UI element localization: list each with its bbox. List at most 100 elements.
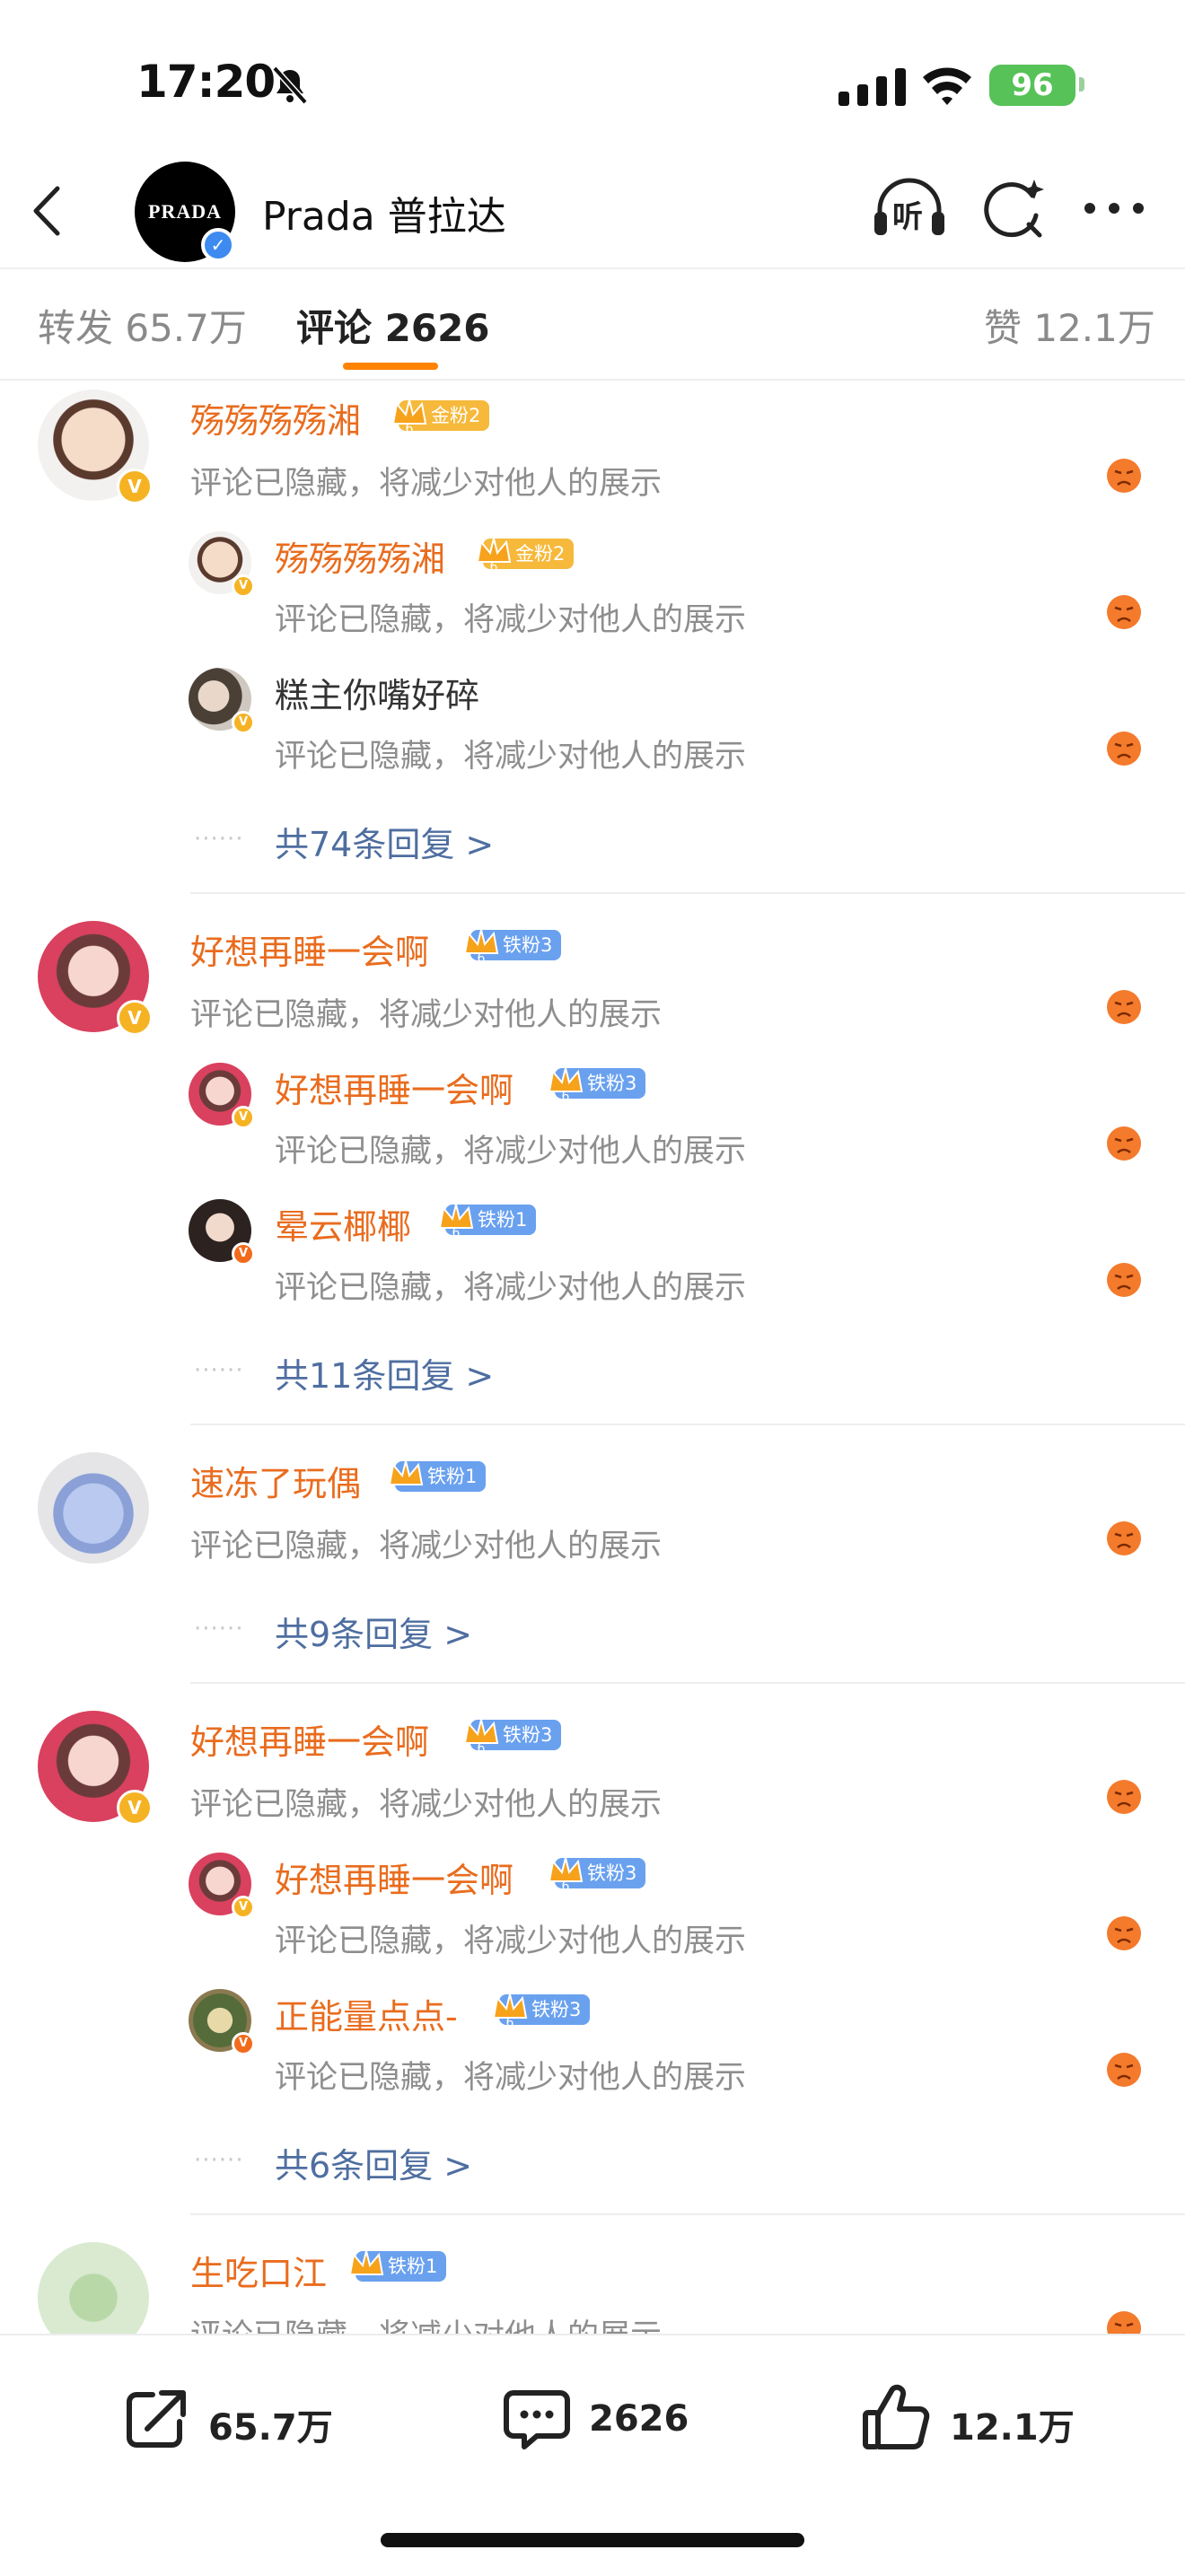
fan-badge[interactable]: 6 铁粉3	[463, 1719, 562, 1756]
thread-divider	[190, 1682, 1185, 1684]
crown-icon: 6	[476, 538, 512, 574]
reply-username[interactable]: 晕云椰椰	[275, 1199, 411, 1249]
reply-hidden-text: 评论已隐藏，将减少对他人的展示	[275, 1134, 747, 1170]
comment-hidden-text: 评论已隐藏，将减少对他人的展示	[190, 1787, 663, 1823]
fan-badge-label: 铁粉3	[587, 1073, 637, 1094]
tab-comments[interactable]: 评论 2626	[296, 298, 490, 353]
crown-icon: 6	[492, 1993, 528, 2030]
reply-username[interactable]: 殇殇殇殇湘	[275, 531, 445, 581]
fan-badge[interactable]: 6 金粉2	[476, 538, 575, 574]
active-tab-indicator	[343, 363, 438, 370]
view-more-replies-link[interactable]: 共6条回复 >	[275, 2138, 472, 2187]
ai-search-icon[interactable]	[980, 176, 1045, 241]
fan-level: 6	[478, 951, 486, 966]
comment-count: 2626	[589, 2398, 689, 2440]
hidden-sad-face-icon[interactable]	[1106, 1520, 1142, 1556]
comment-username[interactable]: 生吃口江	[190, 2246, 327, 2295]
view-more-replies-link[interactable]: 共11条回复 >	[275, 1348, 494, 1398]
fan-badge[interactable]: 6 铁粉3	[492, 1993, 591, 2030]
hidden-sad-face-icon[interactable]	[1106, 1779, 1142, 1815]
home-indicator	[381, 2533, 804, 2547]
reply-username[interactable]: 糕主你嘴好碎	[275, 668, 479, 717]
crown-icon: 6	[548, 1857, 584, 1894]
hidden-sad-face-icon[interactable]	[1106, 1262, 1142, 1298]
fan-badge-label: 铁粉1	[427, 1466, 478, 1487]
more-options-icon[interactable]	[1083, 196, 1146, 221]
crown-icon	[388, 1460, 424, 1485]
fan-badge-label: 铁粉1	[388, 2256, 438, 2277]
fan-badge-label: 铁粉3	[587, 1862, 637, 1884]
view-more-replies-link[interactable]: 共9条回复 >	[275, 1607, 472, 1656]
fan-level: 6	[562, 1879, 570, 1894]
fan-badge-label: 金粉2	[431, 405, 481, 426]
reply-username[interactable]: 好想再睡一会啊	[275, 1853, 514, 1902]
comment-hidden-text: 评论已隐藏，将减少对他人的展示	[190, 1529, 663, 1564]
thumbs-up-icon	[863, 2384, 930, 2449]
more-replies-dots: ······	[194, 1357, 244, 1384]
hidden-sad-face-icon[interactable]	[1106, 989, 1142, 1025]
verified-badge: V	[117, 1790, 153, 1826]
listen-label: 听	[892, 199, 923, 235]
fan-level: 6	[490, 560, 498, 574]
more-replies-dots: ······	[194, 2147, 244, 2174]
reply-hidden-text: 评论已隐藏，将减少对他人的展示	[275, 739, 747, 775]
fan-badge-label: 铁粉1	[478, 1209, 528, 1231]
tab-likes[interactable]: 赞 12.1万	[984, 298, 1155, 353]
verified-badge: V	[232, 1106, 255, 1129]
hidden-sad-face-icon[interactable]	[1106, 731, 1142, 767]
reply-hidden-text: 评论已隐藏，将减少对他人的展示	[275, 2060, 747, 2096]
tab-reposts[interactable]: 转发 65.7万	[38, 298, 247, 353]
crown-icon: 6	[463, 929, 499, 966]
fan-level: 6	[406, 422, 414, 436]
fan-level: 6	[506, 2016, 514, 2030]
fan-badge[interactable]: 铁粉1	[348, 2250, 447, 2282]
verified-badge: V	[232, 1896, 255, 1919]
thread-divider	[190, 892, 1185, 894]
fan-badge[interactable]: 6 铁粉1	[438, 1204, 537, 1240]
hidden-sad-face-icon[interactable]	[1106, 1126, 1142, 1161]
view-more-replies-link[interactable]: 共74条回复 >	[275, 817, 494, 866]
comment-username[interactable]: 好想再睡一会啊	[190, 924, 429, 974]
hidden-sad-face-icon[interactable]	[1106, 2052, 1142, 2088]
back-arrow-icon[interactable]	[27, 183, 66, 239]
comment-username[interactable]: 速冻了玩偶	[190, 1456, 361, 1505]
fan-badge[interactable]: 6 铁粉3	[548, 1857, 646, 1894]
comment-hidden-text: 评论已隐藏，将减少对他人的展示	[190, 466, 663, 502]
fan-badge-label: 金粉2	[515, 543, 566, 565]
page-title[interactable]: Prada 普拉达	[262, 184, 506, 241]
reply-username[interactable]: 好想再睡一会啊	[275, 1063, 514, 1112]
reply-hidden-text: 评论已隐藏，将减少对他人的展示	[275, 1270, 747, 1306]
fan-badge[interactable]: 铁粉1	[388, 1460, 487, 1492]
verified-badge: V	[232, 1242, 255, 1266]
reply-username[interactable]: 正能量点点-	[275, 1989, 458, 2038]
hidden-sad-face-icon[interactable]	[1106, 1915, 1142, 1951]
avatar[interactable]	[38, 1452, 149, 1564]
fan-badge[interactable]: 6 铁粉3	[463, 929, 562, 966]
thread-divider	[190, 1424, 1185, 1425]
battery-indicator: 96	[989, 65, 1075, 106]
comment-hidden-text: 评论已隐藏，将减少对他人的展示	[190, 997, 663, 1033]
more-replies-dots: ······	[194, 826, 244, 853]
fan-badge-label: 铁粉3	[503, 1724, 553, 1746]
battery-tip	[1079, 77, 1084, 92]
wifi-icon	[923, 67, 971, 105]
comment-username[interactable]: 殇殇殇殇湘	[190, 393, 361, 442]
repost-count: 65.7万	[208, 2407, 333, 2449]
comment-username[interactable]: 好想再睡一会啊	[190, 1714, 429, 1764]
more-replies-dots: ······	[194, 1616, 244, 1643]
hidden-sad-face-icon[interactable]	[1106, 458, 1142, 494]
bell-muted-icon	[272, 66, 308, 105]
fan-badge-label: 铁粉3	[503, 934, 553, 956]
divider	[0, 267, 1185, 269]
fan-badge-label: 铁粉3	[531, 1999, 582, 2020]
hidden-sad-face-icon[interactable]	[1106, 594, 1142, 630]
fan-badge[interactable]: 6 金粉2	[391, 399, 490, 436]
cellular-signal-icon	[838, 68, 906, 106]
verified-badge: V	[117, 1000, 153, 1036]
fan-badge[interactable]: 6 铁粉3	[548, 1067, 646, 1104]
crown-icon: 6	[548, 1067, 584, 1104]
crown-icon: 6	[438, 1204, 474, 1240]
status-time: 17:20	[136, 56, 276, 108]
listen-headphones-icon[interactable]: 听	[873, 176, 946, 241]
verified-badge: V	[232, 711, 255, 734]
